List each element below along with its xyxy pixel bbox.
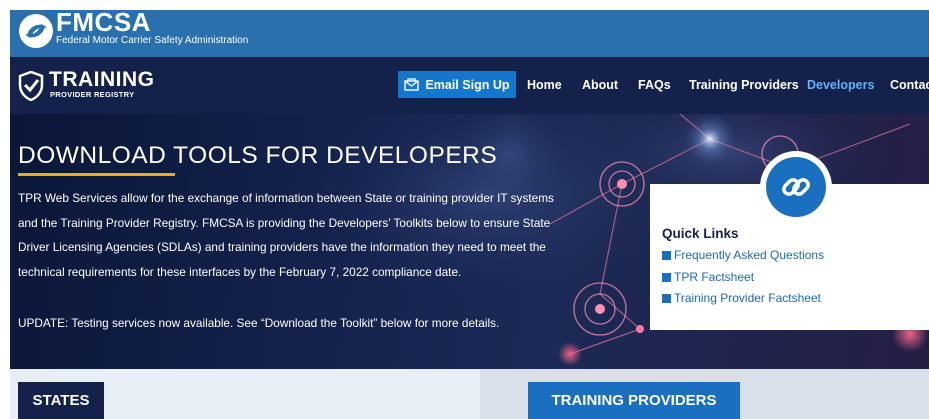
states-heading[interactable]: STATES (18, 382, 104, 419)
quick-links-badge (760, 151, 832, 223)
email-signup-label: Email Sign Up (425, 77, 510, 92)
nav-training-providers[interactable]: Training Providers (689, 78, 799, 92)
title-underline (18, 173, 175, 176)
quick-link-label[interactable]: Frequently Asked Questions (674, 248, 824, 262)
agency-full-name: Federal Motor Carrier Safety Administrat… (56, 35, 249, 46)
shield-check-icon[interactable] (18, 71, 44, 101)
tpr-logo-title[interactable]: TRAINING (49, 69, 155, 90)
nav-developers[interactable]: Developers (807, 78, 874, 92)
square-bullet-icon (662, 250, 671, 260)
fmcsa-logo-icon[interactable] (17, 12, 55, 50)
quick-link-faq[interactable]: Frequently Asked Questions (662, 248, 824, 262)
square-bullet-icon (662, 293, 671, 303)
page-title: DOWNLOAD TOOLS FOR DEVELOPERS (18, 142, 498, 169)
quick-link-label[interactable]: Training Provider Factsheet (674, 291, 821, 305)
square-bullet-icon (662, 272, 671, 282)
nav-contact[interactable]: Contact (890, 78, 929, 92)
nav-faqs[interactable]: FAQs (638, 78, 671, 92)
nav-home[interactable]: Home (527, 78, 562, 92)
nav-about[interactable]: About (582, 78, 618, 92)
quick-link-training-provider-factsheet[interactable]: Training Provider Factsheet (662, 291, 821, 305)
hero-description: TPR Web Services allow for the exchange … (18, 191, 554, 279)
email-signup-button[interactable]: Email Sign Up (398, 71, 516, 98)
envelope-icon (404, 78, 420, 91)
update-notice: UPDATE: Testing services now available. … (18, 316, 500, 330)
quick-link-tpr-factsheet[interactable]: TPR Factsheet (662, 270, 754, 284)
training-providers-heading[interactable]: TRAINING PROVIDERS (528, 382, 740, 419)
quick-links-title: Quick Links (662, 226, 739, 241)
main-navigation: TRAINING PROVIDER REGISTRY Email Sign Up… (10, 57, 929, 114)
quick-link-label[interactable]: TPR Factsheet (674, 270, 754, 284)
agency-header: FMCSA Federal Motor Carrier Safety Admin… (10, 7, 929, 57)
agency-name[interactable]: FMCSA (56, 7, 151, 38)
link-icon (782, 178, 810, 196)
tpr-logo-subtitle: PROVIDER REGISTRY (50, 90, 135, 99)
